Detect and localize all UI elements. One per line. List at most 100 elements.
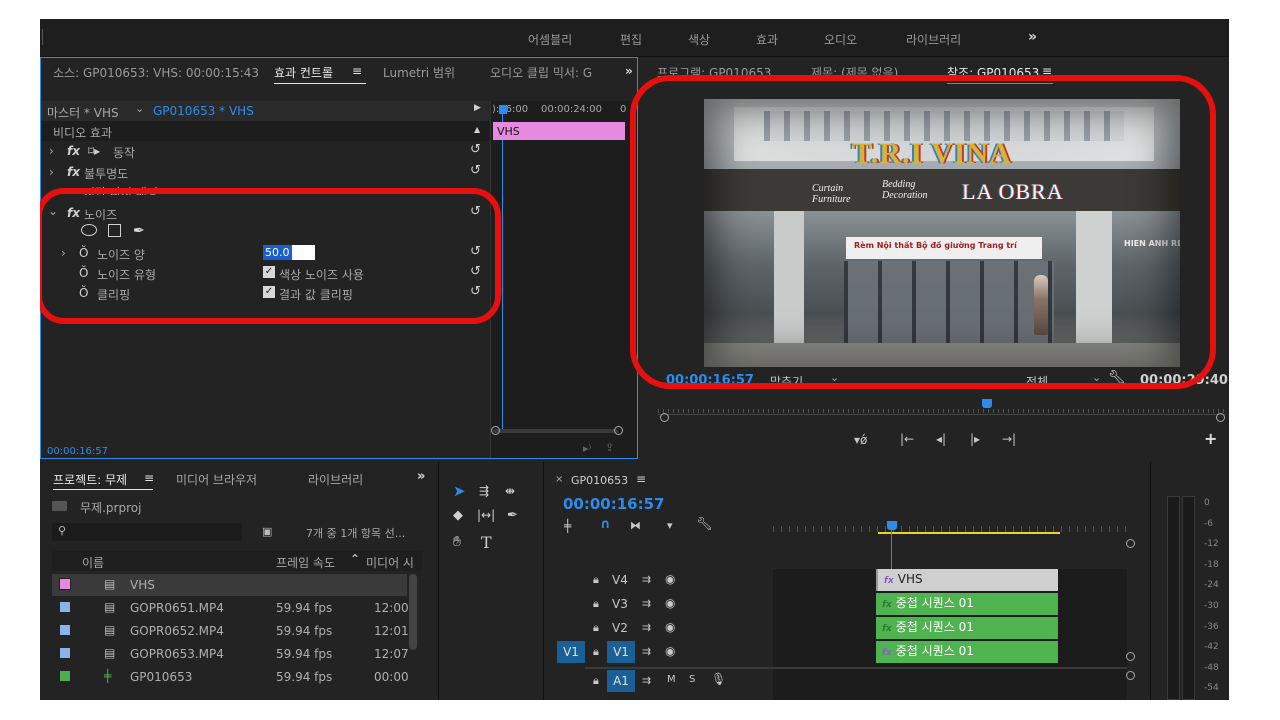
collapse-icon[interactable]: ⌄: [48, 204, 58, 218]
workspace-tab-assembly[interactable]: 어셈블리: [528, 31, 572, 48]
label-color-swatch[interactable]: [59, 670, 71, 682]
sync-lock-icon[interactable]: ⇉: [642, 597, 651, 610]
timeline-vscroll-handle-top[interactable]: [1126, 539, 1135, 548]
lock-icon[interactable]: 🔒︎: [593, 573, 599, 587]
list-item[interactable]: ╪ GP010653 59.94 fps 00:00:0: [52, 666, 408, 688]
column-name[interactable]: 이름: [82, 554, 104, 571]
timeline-clip-vhs[interactable]: fx VHS: [876, 569, 1058, 591]
rectangle-mask-icon[interactable]: [108, 224, 121, 237]
panel-menu-icon[interactable]: ≡: [636, 472, 646, 486]
mute-button[interactable]: M: [667, 674, 676, 685]
expand-icon[interactable]: ›: [49, 165, 54, 179]
video-frame[interactable]: T.R.I VINA Curtain Furniture Bedding Dec…: [704, 99, 1180, 367]
fit-dropdown[interactable]: 맞추기: [770, 373, 803, 390]
snap-magnet-icon[interactable]: ∩: [600, 517, 611, 532]
effect-row-noise[interactable]: ⌄ fx 노이즈 ↺: [41, 203, 490, 223]
collapse-up-icon[interactable]: ▲: [474, 125, 480, 134]
timeline-current-time[interactable]: 00:00:16:57: [563, 495, 665, 513]
workspace-tab-libraries[interactable]: 라이브러리: [906, 31, 961, 48]
track-select-tool-icon[interactable]: ⇶: [479, 484, 489, 498]
tab-project[interactable]: 프로젝트: 무제: [53, 471, 127, 488]
label-color-swatch[interactable]: [59, 647, 71, 659]
panel-menu-icon[interactable]: ≡: [144, 471, 154, 485]
step-back-icon[interactable]: ◂|: [936, 432, 946, 446]
add-marker-icon[interactable]: ▾: [667, 519, 673, 532]
type-tool-icon[interactable]: T: [481, 533, 492, 552]
eye-icon[interactable]: ◉: [665, 644, 675, 658]
chevron-down-icon[interactable]: ⌄: [830, 371, 839, 384]
tab-program[interactable]: 프로그램: GP010653: [657, 64, 771, 81]
column-fps[interactable]: 프레임 속도: [276, 554, 335, 571]
list-item[interactable]: ▤ GOPR0653.MP4 59.94 fps 12:07:5: [52, 643, 408, 665]
reset-icon[interactable]: ↺: [470, 244, 481, 259]
program-scrubber[interactable]: [658, 403, 1226, 415]
effect-row-time-remap[interactable]: 시간 다시 매핑: [41, 183, 490, 195]
go-to-in-icon[interactable]: |←: [900, 432, 914, 446]
eye-icon[interactable]: ◉: [665, 620, 675, 634]
project-scrollbar[interactable]: [409, 574, 417, 650]
sync-lock-icon[interactable]: ⇉: [642, 573, 651, 586]
hand-tool-icon[interactable]: ✋︎: [453, 534, 461, 550]
ec-scroll-handle-left[interactable]: [491, 426, 500, 435]
panel-more-icon[interactable]: »: [625, 64, 633, 78]
close-tab-icon[interactable]: ×: [555, 474, 563, 485]
fx-icon[interactable]: fx: [67, 144, 80, 158]
chevron-down-icon[interactable]: ⌄: [135, 102, 144, 115]
timeline-clip-nested-v2[interactable]: fx 중첩 시퀀스 01: [876, 617, 1058, 639]
scrub-handle-left[interactable]: [660, 413, 669, 422]
ec-scrollbar[interactable]: [493, 429, 618, 433]
lock-icon[interactable]: 🔒︎: [593, 597, 599, 611]
ec-playhead-head[interactable]: [499, 105, 507, 114]
color-noise-checkbox[interactable]: ✓: [263, 266, 275, 278]
microphone-icon[interactable]: 🎙︎: [711, 672, 726, 686]
sort-up-icon[interactable]: ⌃: [350, 552, 360, 566]
ec-scroll-handle-right[interactable]: [614, 426, 623, 435]
program-current-time[interactable]: 00:00:16:57: [666, 373, 754, 388]
pen-mask-icon[interactable]: ✒: [133, 223, 145, 239]
new-search-bin-icon[interactable]: ▣: [262, 525, 272, 538]
filter-icon[interactable]: ▸⁾: [583, 442, 591, 455]
go-to-out-icon[interactable]: →|: [1002, 432, 1016, 446]
eye-icon[interactable]: ◉: [665, 596, 675, 610]
reset-icon[interactable]: ↺: [470, 284, 481, 299]
source-patch-v1[interactable]: V1: [557, 641, 585, 663]
eye-icon[interactable]: ◉: [665, 572, 675, 586]
add-button-icon[interactable]: +: [1204, 429, 1217, 448]
sync-lock-icon[interactable]: ⇉: [642, 674, 651, 687]
quality-dropdown[interactable]: 전체: [1026, 373, 1048, 390]
linked-selection-icon[interactable]: ⧓: [630, 519, 641, 532]
tab-libraries[interactable]: 라이브러리: [308, 471, 363, 488]
ripple-edit-tool-icon[interactable]: ⇼: [505, 484, 515, 498]
fx-icon[interactable]: fx: [67, 165, 80, 179]
step-forward-icon[interactable]: |▸: [970, 432, 980, 446]
timeline-playhead-head[interactable]: [887, 521, 897, 530]
ec-current-time[interactable]: 00:00:16:57: [47, 446, 108, 457]
track-label-a1[interactable]: A1: [607, 670, 635, 692]
solo-button[interactable]: S: [689, 674, 695, 685]
workspace-tab-editing[interactable]: 편집: [620, 31, 642, 48]
noise-amount-input[interactable]: 50.0: [263, 245, 315, 260]
chevron-down-icon[interactable]: ⌄: [1092, 371, 1101, 384]
wrench-icon[interactable]: 🔧︎: [1108, 370, 1126, 386]
clip-selector[interactable]: GP010653 * VHS: [153, 104, 254, 118]
ellipse-mask-icon[interactable]: [81, 224, 97, 236]
nest-icon[interactable]: ╪: [564, 519, 571, 533]
timeline-clip-nested-v3[interactable]: fx 중첩 시퀀스 01: [876, 593, 1058, 615]
ec-time-ruler[interactable]: ):16:00 00:00:24:00 0: [491, 101, 638, 121]
fx-icon[interactable]: fx: [67, 206, 80, 220]
export-icon[interactable]: ⇪: [605, 441, 614, 454]
workspace-more-icon[interactable]: »: [1028, 29, 1037, 45]
project-search-input[interactable]: ⚲: [52, 523, 242, 541]
tab-title[interactable]: 제목: (제목 없음): [811, 64, 898, 81]
track-label-v1[interactable]: V1: [607, 641, 635, 663]
ec-clip-vhs[interactable]: VHS: [493, 122, 625, 140]
work-area-bar[interactable]: [878, 532, 1060, 534]
list-item[interactable]: ▤ GOPR0652.MP4 59.94 fps 12:01:5: [52, 620, 408, 642]
effect-row-opacity[interactable]: › fx 불투명도 ↺: [41, 162, 490, 182]
lock-icon[interactable]: 🔒︎: [593, 674, 599, 688]
expand-icon[interactable]: ›: [61, 246, 66, 260]
track-label-v2[interactable]: V2: [612, 621, 628, 635]
list-item[interactable]: ▤ VHS: [52, 574, 407, 596]
panel-menu-icon[interactable]: ≡: [1042, 64, 1052, 78]
lock-icon[interactable]: 🔒︎: [593, 621, 599, 635]
